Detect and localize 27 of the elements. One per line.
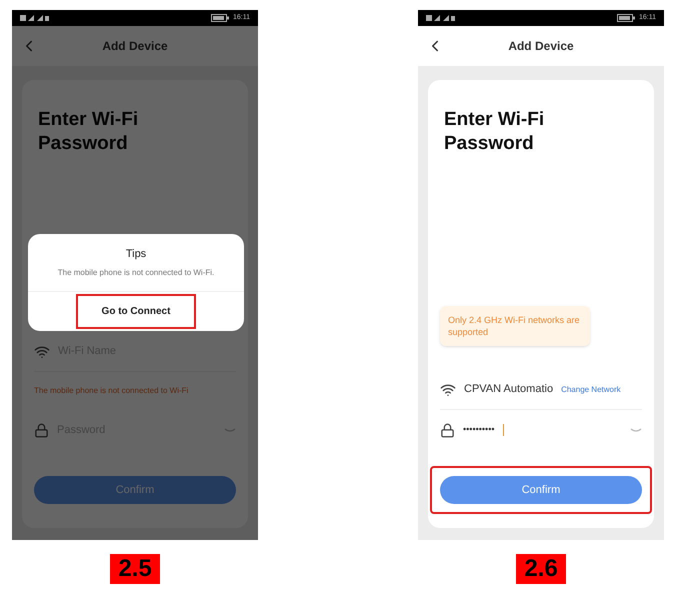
closed-eye-icon xyxy=(630,428,642,432)
password-value: •••••••••• xyxy=(463,423,495,436)
lock-icon xyxy=(34,422,49,438)
page-title: Add Device xyxy=(507,38,575,55)
step-label: 2.6 xyxy=(516,554,566,584)
dialog-title: Tips xyxy=(126,247,146,262)
warning-text: The mobile phone is not connected to Wi-Fi xyxy=(34,385,188,397)
page-heading: Enter Wi-Fi Password xyxy=(37,108,140,156)
wifi-field[interactable]: CPVAN Automatio Change Network xyxy=(440,370,642,410)
page-heading: Enter Wi-Fi Password xyxy=(443,108,546,156)
confirm-button[interactable]: Confirm xyxy=(440,476,642,504)
wifi-name: CPVAN Automatio xyxy=(464,382,554,398)
password-field[interactable]: •••••••••• xyxy=(440,410,642,450)
go-to-connect-button[interactable]: Go to Connect xyxy=(76,294,196,328)
closed-eye-icon xyxy=(224,428,236,432)
wifi-icon xyxy=(34,344,50,360)
wifi-icon xyxy=(440,382,456,398)
change-network-link[interactable]: Change Network xyxy=(561,384,621,396)
dialog-message: The mobile phone is not connected to Wi-Fi. xyxy=(58,266,214,278)
notice-text: Only 2.4 GHz Wi-Fi networks are supported xyxy=(448,315,580,337)
battery-icon xyxy=(617,14,635,22)
signal-icon xyxy=(426,14,456,22)
battery-icon xyxy=(211,14,229,22)
signal-icon xyxy=(20,14,50,22)
lock-icon xyxy=(440,422,455,438)
page-title: Add Device xyxy=(101,38,169,55)
step-label: 2.5 xyxy=(110,554,160,584)
